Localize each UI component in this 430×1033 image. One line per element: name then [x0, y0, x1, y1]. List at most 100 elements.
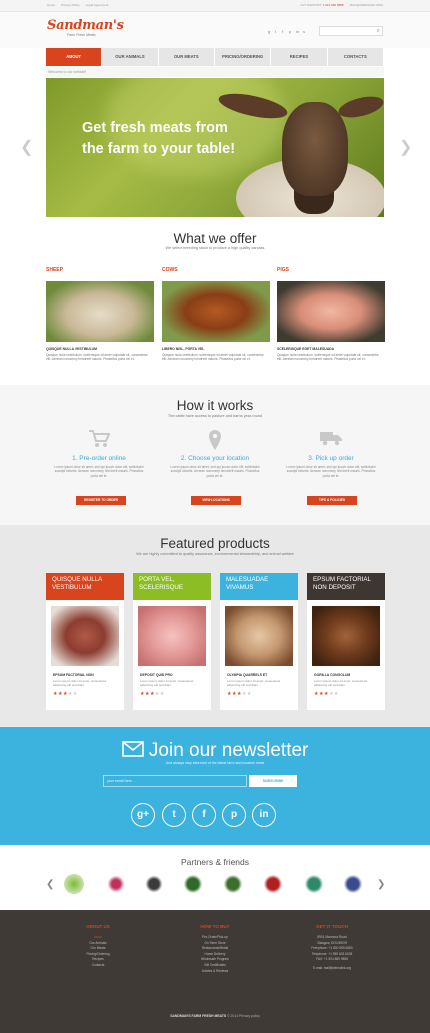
product-image[interactable]: [225, 606, 293, 666]
partner-logo[interactable]: [263, 874, 283, 894]
nav-recipes[interactable]: RECIPES: [271, 48, 328, 66]
pinterest-icon[interactable]: p: [289, 30, 293, 34]
product-name[interactable]: OLYMPIA QUARRELS ET: [227, 673, 267, 677]
nav-about[interactable]: ABOUT: [46, 48, 103, 66]
product-card[interactable]: QUISQUE NULLA VESTIBULUM EPSUM FACTORIAL…: [46, 573, 124, 710]
newsletter-email-input[interactable]: your email here...: [103, 775, 247, 787]
copyright-brand: SANDMAN'S FARM FRESH MEATS: [170, 1014, 227, 1018]
partner-logo[interactable]: [223, 874, 243, 894]
top-link-home[interactable]: Home: [47, 3, 55, 7]
product-card[interactable]: EPSUM FACTORIAL NON DEPOSIT GORILLA CONG…: [307, 573, 385, 710]
product-heading[interactable]: EPSUM FACTORIAL NON DEPOSIT: [307, 573, 385, 600]
product-name[interactable]: GORILLA CONGOLUM: [314, 673, 350, 677]
offer-item-title[interactable]: QUISQUE NULLA VESTIBULUM: [46, 347, 97, 351]
offer-item-text: Quisque nulla vestibulum, scelerisque si…: [277, 353, 379, 362]
top-link-privacy[interactable]: Privacy Policy: [61, 3, 80, 7]
google-plus-icon[interactable]: g: [268, 30, 272, 34]
offer-cows: COWS LIBERO NISL, PORTA VEL Quisque null…: [162, 267, 270, 361]
search-icon[interactable]: ⌕: [377, 28, 380, 35]
support-email[interactable]: MAIL@DEMOLINK.ORG: [350, 3, 383, 7]
linkedin-icon[interactable]: in: [252, 803, 276, 827]
twitter-icon[interactable]: t: [162, 803, 186, 827]
featured-subtitle: We are highly committed to quality assur…: [136, 552, 294, 556]
twitter-icon[interactable]: t: [275, 30, 279, 34]
offer-sheep: SHEEP QUISQUE NULLA VESTIBULUM Quisque n…: [46, 267, 154, 361]
product-heading[interactable]: QUISQUE NULLA VESTIBULUM: [46, 573, 124, 600]
product-image[interactable]: [51, 606, 119, 666]
product-card[interactable]: MALESUADAE VIVAMUS OLYMPIA QUARRELS ET L…: [220, 573, 298, 710]
footer-link[interactable]: Contacts: [48, 963, 148, 969]
pinterest-icon[interactable]: p: [222, 803, 246, 827]
copyright: SANDMAN'S FARM FRESH MEATS © 2014 Privac…: [0, 1014, 430, 1018]
facebook-icon[interactable]: f: [192, 803, 216, 827]
brand-name: Sandman's: [47, 18, 124, 33]
nav-contacts[interactable]: CONTACTS: [327, 48, 384, 66]
partners-next-arrow[interactable]: ❯: [377, 879, 385, 890]
copyright-text[interactable]: © 2014 Privacy policy: [227, 1014, 260, 1018]
support-label: 24/7 SUPPORT:: [300, 3, 322, 7]
offer-label[interactable]: SHEEP: [46, 267, 154, 273]
search-input[interactable]: ⌕: [319, 26, 383, 36]
cow-photo[interactable]: [162, 281, 270, 342]
slider-prev-arrow[interactable]: ❮: [20, 137, 33, 157]
header-social: g t f p in s: [268, 30, 307, 34]
partners-prev-arrow[interactable]: ❮: [46, 879, 54, 890]
how-step-text: Lorem ipsum dolor sit amet, sed qui ipsu…: [54, 465, 144, 478]
how-step-1: 1. Pre-order online Lorem ipsum dolor si…: [54, 429, 144, 478]
facebook-icon[interactable]: f: [282, 30, 286, 34]
nav-our-meats[interactable]: OUR MEATS: [158, 48, 215, 66]
logo[interactable]: Sandman's Farm Fresh Meats: [47, 18, 124, 37]
product-text: Lorem ipsum dolor sit amet, consectetur …: [53, 679, 107, 688]
partner-logo[interactable]: [144, 874, 164, 894]
view-locations-button[interactable]: VIEW LOCATIONS: [191, 496, 241, 505]
offer-item-title[interactable]: SCELERISQUE EGET MALESUADA: [277, 347, 334, 351]
register-to-order-button[interactable]: REGISTER TO ORDER: [76, 496, 126, 505]
nav-our-animals[interactable]: OUR ANIMALS: [102, 48, 159, 66]
product-card[interactable]: PORTA VEL, SCELERISQUE DEPOSIT QUID PRO …: [133, 573, 211, 710]
footer: ABOUT US About Our Animals Our Meats Pri…: [0, 910, 430, 1033]
how-subtitle: The cattle have access to pasture and ba…: [167, 414, 263, 418]
product-image[interactable]: [312, 606, 380, 666]
google-plus-icon[interactable]: g+: [131, 803, 155, 827]
how-step-title: 1. Pre-order online: [72, 455, 126, 462]
product-image[interactable]: [138, 606, 206, 666]
pig-photo[interactable]: [277, 281, 385, 342]
linkedin-icon[interactable]: in: [296, 30, 300, 34]
newsletter-subtitle: And always stay informed of the latest f…: [165, 761, 265, 765]
nav-pricing[interactable]: PRICING/ORDERING: [214, 48, 272, 66]
slider-next-arrow[interactable]: ❯: [399, 137, 412, 157]
product-heading[interactable]: MALESUADAE VIVAMUS: [220, 573, 298, 600]
partner-logo[interactable]: [106, 874, 126, 894]
newsletter-title: Join our newsletter: [0, 740, 430, 762]
offer-item-title[interactable]: LIBERO NISL, PORTA VEL: [162, 347, 204, 351]
newsletter-title-text: Join our newsletter: [148, 740, 309, 761]
contact-email[interactable]: E-mail: mail@demolink.org: [282, 966, 382, 972]
offer-title: What we offer: [173, 231, 257, 246]
skype-icon[interactable]: s: [303, 30, 307, 34]
how-step-title: 3. Pick up order: [308, 455, 354, 462]
partner-logo[interactable]: [183, 874, 203, 894]
partner-logo[interactable]: [304, 874, 324, 894]
footer-link[interactable]: Articles & Reviews: [165, 969, 265, 975]
how-step-title: 2. Choose your location: [180, 455, 250, 462]
product-name[interactable]: EPSUM FACTORIAL NON: [53, 673, 94, 677]
header: Sandman's Farm Fresh Meats g t f p in s …: [0, 12, 430, 48]
offer-label[interactable]: PIGS: [277, 267, 385, 273]
top-link-legal[interactable]: Legal Agreement: [86, 3, 109, 7]
tips-policies-button[interactable]: TIPS & POLICIES: [307, 496, 357, 505]
newsletter-section: Join our newsletter And always stay info…: [0, 727, 430, 845]
footer-how-to-buy: HOW TO BUY Pre-Order/Pick-up On Farm Sto…: [165, 924, 265, 974]
sheep-photo[interactable]: [46, 281, 154, 342]
offer-label[interactable]: COWS: [162, 267, 270, 273]
product-name[interactable]: DEPOSIT QUID PRO: [140, 673, 173, 677]
offer-subtitle: We select breeding stock to produce a hi…: [165, 246, 265, 250]
welcome-text: Welcome to our website!: [46, 67, 384, 77]
subscribe-button[interactable]: SUBSCRIBE: [249, 775, 297, 787]
product-rating: ★★★★★: [227, 691, 252, 697]
product-rating: ★★★★★: [53, 691, 78, 697]
partner-logo[interactable]: [343, 874, 363, 894]
partner-logo[interactable]: [64, 874, 84, 894]
top-bar: Home Privacy Policy Legal Agreement 24/7…: [0, 0, 430, 12]
how-step-3: 3. Pick up order Lorem ipsum dolor sit a…: [286, 429, 376, 478]
product-heading[interactable]: PORTA VEL, SCELERISQUE: [133, 573, 211, 600]
